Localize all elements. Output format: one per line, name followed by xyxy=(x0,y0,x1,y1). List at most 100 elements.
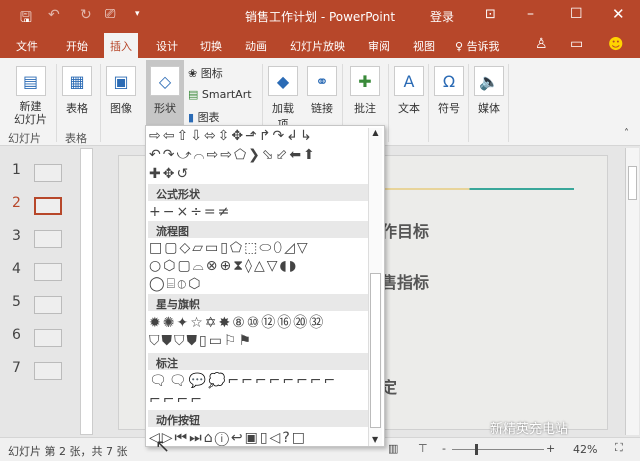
decorative-line xyxy=(384,188,574,190)
tab-home[interactable]: 开始 xyxy=(66,38,88,54)
tab-design[interactable]: 设计 xyxy=(156,38,178,54)
share-icon[interactable]: ♙ xyxy=(535,36,548,52)
links-button[interactable]: ⚭ 链接 xyxy=(307,66,337,116)
slide-number: 7 xyxy=(12,360,21,376)
zoom-slider-thumb[interactable] xyxy=(475,444,478,455)
image-button[interactable]: ▣ 图像 xyxy=(106,66,136,116)
customize-qat-icon[interactable]: ▾ xyxy=(135,9,140,19)
shape-row[interactable]: ○⬡▢⌓⊗⊕⧗◊△▽◖◗ xyxy=(149,258,298,275)
close-button[interactable]: ✕ xyxy=(612,5,625,23)
present-icon[interactable]: ⎚ xyxy=(105,7,115,22)
shape-row[interactable]: ↶↷⤻⌒⇨⇨⬠❯⬂⬃⬅⬆ xyxy=(149,147,317,164)
slide-number: 1 xyxy=(12,162,21,178)
text-label: 文本 xyxy=(398,102,420,115)
shapes-icon: ◇ xyxy=(150,66,180,96)
addins-button[interactable]: ◆加载项 xyxy=(268,66,298,132)
collapse-ribbon-icon[interactable]: ˄ xyxy=(624,128,629,139)
tab-view[interactable]: 视图 xyxy=(413,38,435,54)
smartart-icon: ▤ xyxy=(188,88,199,101)
scroll-down-icon[interactable]: ▼ xyxy=(372,435,378,444)
omega-icon: Ω xyxy=(434,66,464,96)
gallery-scrollbar[interactable]: ▲ ▼ xyxy=(368,128,382,446)
shapes-label: 形状 xyxy=(154,102,176,115)
shape-row[interactable]: □▢◇▱▭▯⬠⬚⬭⬯◿▽ xyxy=(149,240,310,257)
media-label: 媒体 xyxy=(478,102,500,115)
tab-transitions[interactable]: 切换 xyxy=(200,38,222,54)
slide-thumbnail[interactable] xyxy=(34,296,62,314)
text-button[interactable]: A 文本 xyxy=(394,66,424,116)
redo-icon[interactable]: ↻ xyxy=(80,7,92,23)
new-slide-button[interactable]: ▤ 新建 幻灯片 xyxy=(8,66,53,126)
undo-icon[interactable]: ↶ xyxy=(48,7,60,23)
slide-thumbnail[interactable] xyxy=(34,329,62,347)
shape-row[interactable]: ⌐⌐⌐⌐ xyxy=(149,392,204,409)
zoom-slider[interactable] xyxy=(452,449,544,450)
text-icon: A xyxy=(394,66,424,96)
comments-icon[interactable]: ▭ xyxy=(570,36,583,52)
table-button[interactable]: ▦ 表格 xyxy=(62,66,92,116)
slide-thumbnail[interactable] xyxy=(34,197,62,215)
zoom-in-button[interactable]: + xyxy=(546,442,555,455)
ribbon-options-icon[interactable]: ⊡ xyxy=(485,7,496,22)
gallery-scroll-thumb[interactable] xyxy=(370,273,381,428)
tell-me-label: 告诉我 xyxy=(466,40,500,53)
comment-button[interactable]: ✚ 批注 xyxy=(350,66,380,116)
lightbulb-icon: ♀ xyxy=(455,40,464,53)
gallery-section-header: 流程图 xyxy=(148,221,368,238)
shape-row[interactable]: ✹✺✦☆✡✸⑧⑩⑫⑯⑳㉜ xyxy=(149,315,325,332)
minimize-button[interactable]: – xyxy=(527,6,534,22)
shape-row[interactable]: ⛉⛊⛉⛊▯▭⚐⚑ xyxy=(149,333,253,350)
symbols-label: 符号 xyxy=(438,102,460,115)
tab-animations[interactable]: 动画 xyxy=(245,38,267,54)
slide-thumbnail[interactable] xyxy=(34,230,62,248)
login-link[interactable]: 登录 xyxy=(430,8,454,25)
gallery-section-header: 标注 xyxy=(148,353,368,370)
slide-number: 5 xyxy=(12,294,21,310)
shape-row[interactable]: ◁▷⏮⏭⌂ⓘ↩▣▯◁?□ xyxy=(149,430,307,447)
scroll-up-icon[interactable]: ▲ xyxy=(369,128,382,137)
shapes-gallery: ▲ ▼ ⇨⇦⇧⇩⬄⇳✥⬏↱↷↲↳ ↶↷⤻⌒⇨⇨⬠❯⬂⬃⬅⬆ ✚✥↺ 公式形状 +−×÷=… xyxy=(145,125,385,447)
media-button[interactable]: 🔈 媒体 xyxy=(474,66,504,116)
watermark: 新精英充电站 xyxy=(490,422,569,437)
window-title: 销售工作计划 - PowerPoint xyxy=(245,10,396,24)
shape-row[interactable]: +−×÷=≠ xyxy=(149,204,231,221)
smiley-icon[interactable]: ☻ xyxy=(608,35,624,53)
reading-view-icon[interactable]: ▥ xyxy=(388,442,398,455)
thumbnail-scrollbar[interactable] xyxy=(80,148,93,435)
gallery-section-header: 动作按钮 xyxy=(148,410,368,427)
tab-insert[interactable]: 插入 xyxy=(104,33,138,58)
tab-review[interactable]: 审阅 xyxy=(368,38,390,54)
smartart-button[interactable]: ▤ SmartArt xyxy=(188,88,252,101)
scroll-thumb[interactable] xyxy=(628,166,637,200)
slide-thumbnail[interactable] xyxy=(34,164,62,182)
image-label: 图像 xyxy=(110,102,132,115)
image-icon: ▣ xyxy=(106,66,136,96)
zoom-level[interactable]: 42% xyxy=(573,443,597,456)
ribbon-tabs: 文件 开始 插入 设计 切换 动画 幻灯片放映 审阅 视图 ♀ 告诉我 ♙ ▭ … xyxy=(0,33,640,58)
tell-me[interactable]: ♀ 告诉我 xyxy=(455,38,500,54)
maximize-button[interactable]: ☐ xyxy=(570,6,583,22)
shape-row[interactable]: ✚✥↺ xyxy=(149,166,190,183)
comment-icon: ✚ xyxy=(350,66,380,96)
slide-thumbnail[interactable] xyxy=(34,362,62,380)
links-label: 链接 xyxy=(311,102,333,115)
shape-row[interactable]: ◯⌸⦶⬡ xyxy=(149,276,202,293)
slide-number: 3 xyxy=(12,228,21,244)
gallery-section-header: 公式形状 xyxy=(148,184,368,201)
slide-thumbnail[interactable] xyxy=(34,263,62,281)
shape-row[interactable]: 🗨🗨💬💭⌐⌐⌐⌐⌐⌐⌐⌐ xyxy=(149,373,337,390)
tab-slideshow[interactable]: 幻灯片放映 xyxy=(290,38,345,54)
chart-icon: ▮ xyxy=(188,111,195,124)
fit-slide-icon[interactable]: ⛶ xyxy=(615,441,623,455)
shapes-button[interactable]: ◇ 形状 xyxy=(146,60,184,128)
save-icon[interactable]: 🖫 xyxy=(20,7,32,31)
zoom-out-button[interactable]: - xyxy=(442,442,446,455)
slide-scrollbar[interactable] xyxy=(625,148,639,435)
symbols-button[interactable]: Ω 符号 xyxy=(434,66,464,116)
chart-button[interactable]: ▮ 图表 xyxy=(188,109,220,125)
tab-file[interactable]: 文件 xyxy=(16,38,38,54)
icons-button[interactable]: ❀ 图标 xyxy=(188,65,223,81)
slide-number: 4 xyxy=(12,261,21,277)
shape-row[interactable]: ⇨⇦⇧⇩⬄⇳✥⬏↱↷↲↳ xyxy=(149,128,314,145)
slideshow-view-icon[interactable]: ⊤ xyxy=(418,442,428,455)
